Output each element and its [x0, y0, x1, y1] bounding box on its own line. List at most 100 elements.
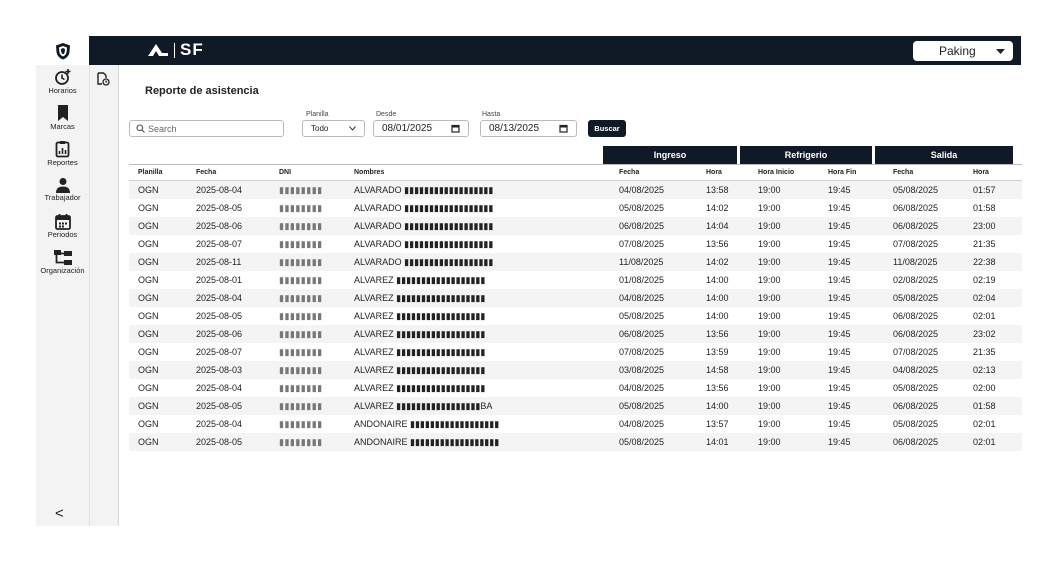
cell-hora-inicio: 19:00	[758, 383, 781, 393]
table-row[interactable]: OGN 2025-08-04 ▮▮▮▮▮▮▮▮ ALVAREZ ▮▮▮▮▮▮▮▮▮▮▮…	[129, 289, 1022, 307]
brand-divider	[174, 42, 175, 58]
table-row[interactable]: OGN 2025-08-04 ▮▮▮▮▮▮▮▮ ALVARADO ▮▮▮▮▮▮▮▮▮▮…	[129, 181, 1022, 199]
planilla-label: Planilla	[306, 111, 329, 118]
cell-salida-hora: 23:02	[973, 329, 996, 339]
app-logo[interactable]	[36, 36, 89, 65]
cell-salida-hora: 02:01	[973, 419, 996, 429]
cell-hora-fin: 19:45	[828, 437, 851, 447]
cell-nombres: ALVAREZ ▮▮▮▮▮▮▮▮▮▮▮▮▮▮▮▮▮▮	[354, 346, 486, 357]
cell-fecha: 2025-08-07	[196, 239, 243, 249]
table-row[interactable]: OGN 2025-08-07 ▮▮▮▮▮▮▮▮ ALVAREZ ▮▮▮▮▮▮▮▮▮▮▮…	[129, 343, 1022, 361]
nav-label: Reportes	[47, 158, 78, 167]
nav-item-horarios[interactable]: Horarios	[36, 68, 89, 95]
col-fecha[interactable]: Fecha	[187, 165, 270, 180]
col-planilla[interactable]: Planilla	[129, 165, 187, 180]
search-icon	[136, 124, 145, 133]
document-clock-icon[interactable]	[96, 72, 110, 91]
search-input[interactable]: Search	[129, 120, 284, 137]
nav-label: Organización	[40, 266, 85, 275]
cell-hora-fin: 19:45	[828, 275, 851, 285]
cell-ingreso-hora: 13:59	[706, 347, 729, 357]
brand-logo: SF	[147, 40, 204, 60]
table-row[interactable]: OGN 2025-08-04 ▮▮▮▮▮▮▮▮ ANDONAIRE ▮▮▮▮▮▮▮▮▮…	[129, 415, 1022, 433]
table-row[interactable]: OGN 2025-08-03 ▮▮▮▮▮▮▮▮ ALVAREZ ▮▮▮▮▮▮▮▮▮▮▮…	[129, 361, 1022, 379]
table-fade	[129, 450, 1022, 472]
bookmark-icon	[57, 105, 68, 121]
cell-hora-inicio: 19:00	[758, 311, 781, 321]
col-salida-fecha[interactable]: Fecha	[884, 165, 964, 180]
nav-item-organizacion[interactable]: Organización	[36, 249, 89, 275]
cell-dni: ▮▮▮▮▮▮▮▮	[279, 364, 323, 375]
table-row[interactable]: OGN 2025-08-01 ▮▮▮▮▮▮▮▮ ALVAREZ ▮▮▮▮▮▮▮▮▮▮▮…	[129, 271, 1022, 289]
table-row[interactable]: OGN 2025-08-05 ▮▮▮▮▮▮▮▮ ALVAREZ ▮▮▮▮▮▮▮▮▮▮▮…	[129, 307, 1022, 325]
attendance-table: Planilla Fecha DNI Nombres Fecha Hora Ho…	[129, 164, 1022, 464]
col-salida-hora[interactable]: Hora	[964, 165, 1022, 180]
cell-salida-hora: 01:58	[973, 401, 996, 411]
cell-ingreso-hora: 14:58	[706, 365, 729, 375]
table-row[interactable]: OGN 2025-08-05 ▮▮▮▮▮▮▮▮ ANDONAIRE ▮▮▮▮▮▮▮▮▮…	[129, 433, 1022, 451]
cell-planilla: OGN	[138, 311, 159, 321]
cell-planilla: OGN	[138, 329, 159, 339]
cell-ingreso-hora: 14:02	[706, 257, 729, 267]
nav-item-marcas[interactable]: Marcas	[36, 104, 89, 131]
col-ingreso-hora[interactable]: Hora	[697, 165, 749, 180]
table-row[interactable]: OGN 2025-08-06 ▮▮▮▮▮▮▮▮ ALVAREZ ▮▮▮▮▮▮▮▮▮▮▮…	[129, 325, 1022, 343]
cell-hora-inicio: 19:00	[758, 257, 781, 267]
cell-nombres: ALVAREZ ▮▮▮▮▮▮▮▮▮▮▮▮▮▮▮▮▮▮	[354, 292, 486, 303]
cell-hora-inicio: 19:00	[758, 365, 781, 375]
cell-hora-fin: 19:45	[828, 221, 851, 231]
cell-ingreso-fecha: 05/08/2025	[619, 437, 665, 447]
cell-nombres: ALVARADO ▮▮▮▮▮▮▮▮▮▮▮▮▮▮▮▮▮▮	[354, 256, 494, 267]
cell-dni: ▮▮▮▮▮▮▮▮	[279, 202, 323, 213]
hasta-date-field[interactable]: 08/13/2025	[480, 120, 577, 137]
table-row[interactable]: OGN 2025-08-07 ▮▮▮▮▮▮▮▮ ALVARADO ▮▮▮▮▮▮▮▮▮▮…	[129, 235, 1022, 253]
search-placeholder: Search	[148, 123, 177, 134]
cell-ingreso-fecha: 03/08/2025	[619, 365, 665, 375]
nav-label: Marcas	[50, 122, 75, 131]
collapse-sidebar-button[interactable]: <	[55, 505, 64, 522]
cell-ingreso-fecha: 07/08/2025	[619, 347, 665, 357]
buscar-button[interactable]: Buscar	[588, 120, 626, 137]
cell-salida-hora: 23:00	[973, 221, 996, 231]
cell-fecha: 2025-08-05	[196, 437, 243, 447]
app-root: SF Paking Horarios Marcas Reportes Traba…	[0, 0, 1051, 573]
col-ingreso-fecha[interactable]: Fecha	[610, 165, 697, 180]
col-hora-fin[interactable]: Hora Fin	[819, 165, 884, 180]
cell-hora-inicio: 19:00	[758, 329, 781, 339]
cell-fecha: 2025-08-04	[196, 293, 243, 303]
nav-item-trabajador[interactable]: Trabajador	[36, 177, 89, 202]
cell-salida-hora: 02:19	[973, 275, 996, 285]
cell-hora-inicio: 19:00	[758, 221, 781, 231]
cell-dni: ▮▮▮▮▮▮▮▮	[279, 220, 323, 231]
table-row[interactable]: OGN 2025-08-04 ▮▮▮▮▮▮▮▮ ALVAREZ ▮▮▮▮▮▮▮▮▮▮▮…	[129, 379, 1022, 397]
table-row[interactable]: OGN 2025-08-05 ▮▮▮▮▮▮▮▮ ALVARADO ▮▮▮▮▮▮▮▮▮▮…	[129, 199, 1022, 217]
nav-item-reportes[interactable]: Reportes	[36, 140, 89, 167]
page-title: Reporte de asistencia	[145, 85, 259, 97]
cell-nombres: ALVAREZ ▮▮▮▮▮▮▮▮▮▮▮▮▮▮▮▮▮▮	[354, 310, 486, 321]
col-hora-inicio[interactable]: Hora Inicio	[749, 165, 819, 180]
table-row[interactable]: OGN 2025-08-05 ▮▮▮▮▮▮▮▮ ALVAREZ ▮▮▮▮▮▮▮▮▮▮▮…	[129, 397, 1022, 415]
desde-date-field[interactable]: 08/01/2025	[373, 120, 469, 137]
cell-planilla: OGN	[138, 437, 159, 447]
table-row[interactable]: OGN 2025-08-06 ▮▮▮▮▮▮▮▮ ALVARADO ▮▮▮▮▮▮▮▮▮▮…	[129, 217, 1022, 235]
group-header-salida: Salida	[875, 146, 1013, 164]
cell-salida-hora: 01:57	[973, 185, 996, 195]
cell-ingreso-hora: 14:04	[706, 221, 729, 231]
cell-salida-fecha: 06/08/2025	[893, 329, 939, 339]
calendar-icon	[451, 124, 460, 133]
cell-salida-fecha: 05/08/2025	[893, 185, 939, 195]
cell-nombres: ANDONAIRE ▮▮▮▮▮▮▮▮▮▮▮▮▮▮▮▮▮▮	[354, 418, 500, 429]
planilla-select[interactable]: Todo	[302, 120, 365, 137]
cell-dni: ▮▮▮▮▮▮▮▮	[279, 292, 323, 303]
hasta-label: Hasta	[482, 111, 501, 118]
nav-item-periodos[interactable]: Periodos	[36, 213, 89, 239]
cell-ingreso-hora: 14:00	[706, 311, 729, 321]
cell-nombres: ALVARADO ▮▮▮▮▮▮▮▮▮▮▮▮▮▮▮▮▮▮	[354, 220, 494, 231]
table-row[interactable]: OGN 2025-08-11 ▮▮▮▮▮▮▮▮ ALVARADO ▮▮▮▮▮▮▮▮▮▮…	[129, 253, 1022, 271]
cell-hora-inicio: 19:00	[758, 347, 781, 357]
company-select[interactable]: Paking	[913, 41, 1013, 61]
cell-hora-inicio: 19:00	[758, 401, 781, 411]
col-dni[interactable]: DNI	[270, 165, 345, 180]
col-nombres[interactable]: Nombres	[345, 165, 610, 180]
table-body: OGN 2025-08-04 ▮▮▮▮▮▮▮▮ ALVARADO ▮▮▮▮▮▮▮▮▮▮…	[129, 181, 1022, 451]
